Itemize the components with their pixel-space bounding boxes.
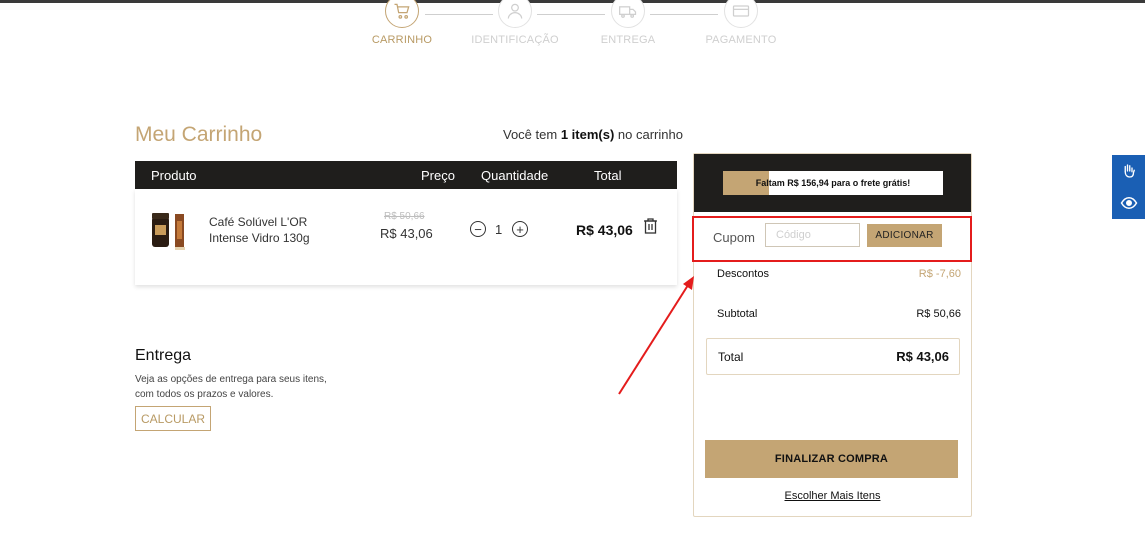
user-icon [498, 0, 532, 28]
calculate-shipping-button[interactable]: CALCULAR [135, 406, 211, 431]
discount-label: Descontos [717, 268, 769, 280]
product-price: R$ 43,06 [380, 226, 433, 241]
cart-icon [385, 0, 419, 28]
checkout-button[interactable]: FINALIZAR COMPRA [705, 440, 958, 478]
quantity-increase-button[interactable]: + [512, 221, 528, 237]
column-price: Preço [421, 168, 455, 183]
column-product: Produto [151, 168, 197, 183]
eye-icon [1120, 196, 1137, 210]
count-prefix: Você tem [503, 127, 558, 142]
annotation-highlight-box [692, 216, 972, 262]
count-suffix: no carrinho [617, 127, 683, 142]
visual-accessibility-button[interactable] [1112, 187, 1145, 219]
total-value: R$ 43,06 [896, 349, 949, 364]
page-title: Meu Carrinho [135, 123, 263, 146]
cart-item-row: Café Solúvel L'OR Intense Vidro 130g R$ … [135, 189, 677, 285]
subtotal-value: R$ 50,66 [916, 308, 961, 320]
product-image[interactable] [151, 211, 187, 253]
subtotal-row: Subtotal R$ 50,66 [717, 308, 961, 320]
step-connector [650, 14, 718, 15]
card-icon [724, 0, 758, 28]
free-shipping-text: Faltam R$ 156,94 para o frete grátis! [755, 178, 911, 188]
product-name[interactable]: Café Solúvel L'OR Intense Vidro 130g [209, 214, 349, 246]
quantity-value: 1 [495, 222, 503, 237]
product-old-price: R$ 50,66 [384, 211, 425, 222]
annotation-arrow-icon [618, 276, 694, 395]
column-quantity: Quantidade [481, 168, 549, 183]
free-shipping-progress: Faltam R$ 156,94 para o frete grátis! [723, 171, 943, 195]
step-label: CARRINHO [371, 34, 433, 46]
delivery-description: Veja as opções de entrega para seus iten… [135, 374, 327, 400]
step-connector [537, 14, 605, 15]
delivery-title: Entrega [135, 347, 192, 364]
trash-icon[interactable] [643, 218, 658, 234]
subtotal-label: Subtotal [717, 308, 758, 320]
step-label: PAGAMENTO [705, 34, 777, 46]
sign-language-button[interactable] [1112, 155, 1145, 187]
count-value: 1 item(s) [560, 127, 615, 142]
step-label: ENTREGA [600, 34, 656, 46]
discount-value: R$ -7,60 [918, 268, 961, 280]
truck-icon [611, 0, 645, 28]
discount-row: Descontos R$ -7,60 [717, 268, 961, 280]
total-label: Total [718, 350, 744, 364]
step-label: IDENTIFICAÇÃO [471, 34, 559, 46]
total-row: Total R$ 43,06 [706, 338, 960, 375]
cart-item-count: Você tem 1 item(s) no carrinho [503, 127, 683, 142]
quantity-decrease-button[interactable]: − [470, 221, 486, 237]
sign-language-icon [1124, 164, 1135, 178]
cart-table-header: Produto Preço Quantidade Total [135, 161, 677, 189]
order-summary: Faltam R$ 156,94 para o frete grátis! Cu… [693, 153, 972, 517]
column-total: Total [594, 168, 622, 183]
free-shipping-banner: Faltam R$ 156,94 para o frete grátis! [694, 154, 971, 212]
line-total: R$ 43,06 [576, 222, 633, 238]
continue-shopping-link[interactable]: Escolher Mais Itens [694, 490, 971, 502]
step-connector [425, 14, 493, 15]
checkout-stepper: CARRINHO IDENTIFICAÇÃO ENTREGA PAGAMENTO [360, 0, 790, 50]
